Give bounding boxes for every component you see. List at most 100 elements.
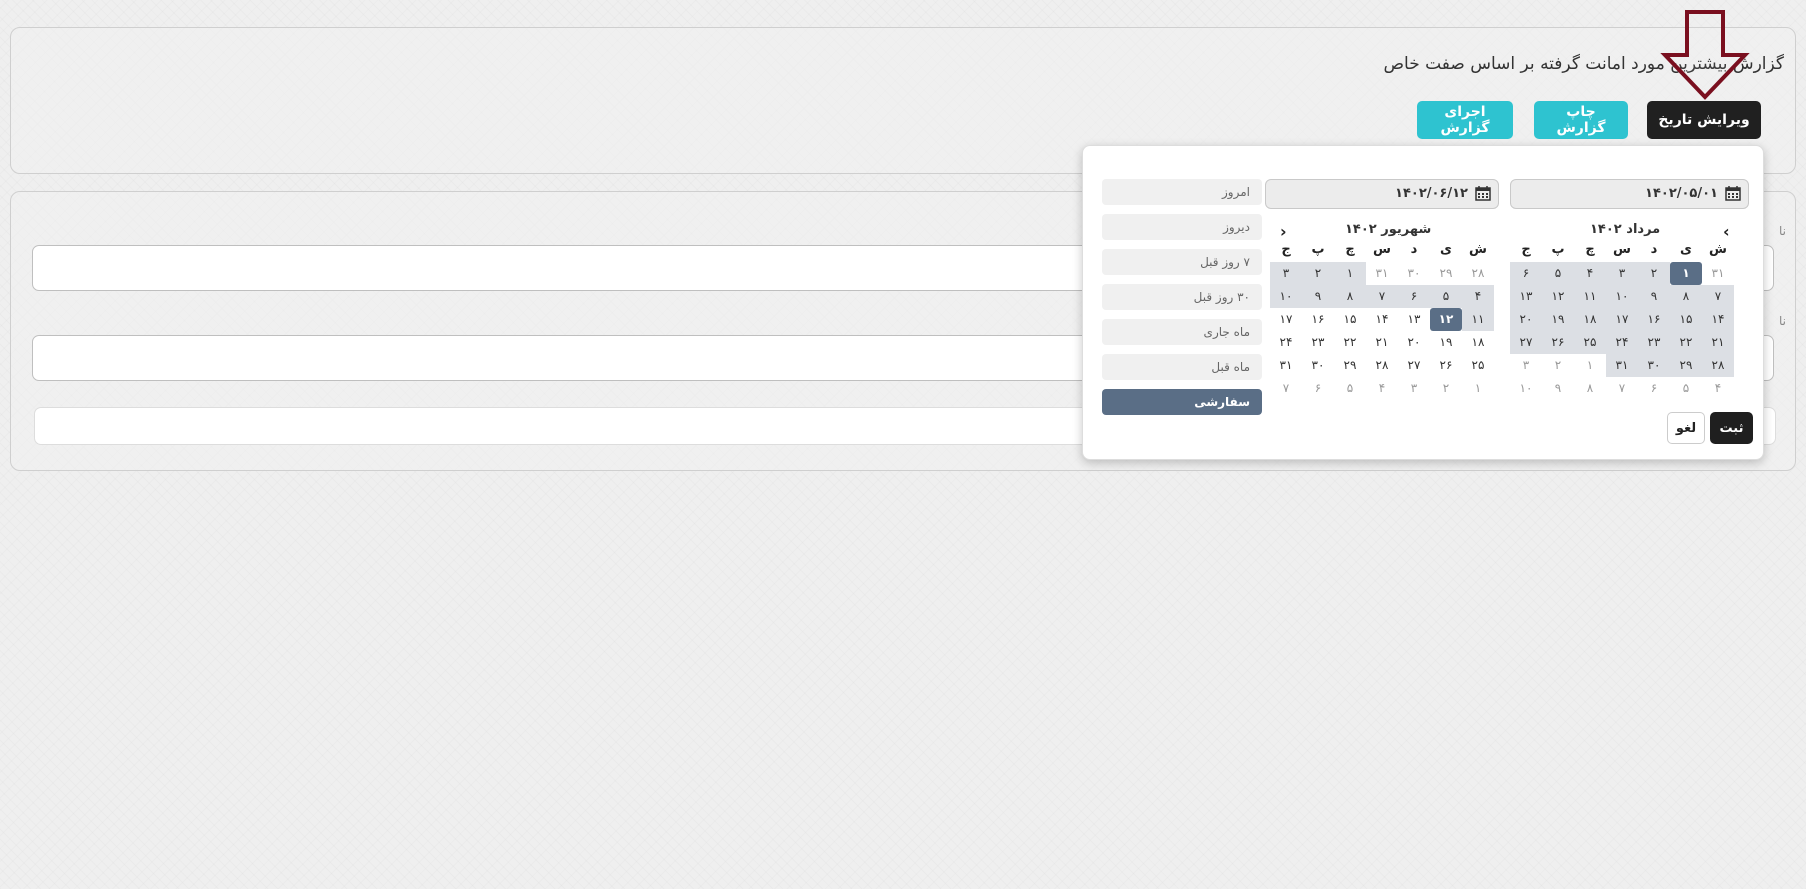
day-cell[interactable]: ۲۸ (1366, 354, 1398, 377)
day-cell[interactable]: ۲۵ (1574, 331, 1606, 354)
day-cell[interactable]: ۱۹ (1430, 331, 1462, 354)
day-cell[interactable]: ۲۷ (1510, 331, 1542, 354)
day-cell[interactable]: ۳ (1510, 354, 1542, 377)
day-cell[interactable]: ۲۹ (1334, 354, 1366, 377)
day-cell[interactable]: ۱۱ (1462, 308, 1494, 331)
day-cell[interactable]: ۲۴ (1270, 331, 1302, 354)
day-cell[interactable]: ۱۳ (1510, 285, 1542, 308)
cancel-button[interactable]: لغو (1667, 412, 1705, 444)
day-cell[interactable]: ۴ (1574, 262, 1606, 285)
preset-range-item[interactable]: ۳۰ روز قبل (1102, 284, 1262, 310)
day-cell[interactable]: ۸ (1334, 285, 1366, 308)
day-cell[interactable]: ۸ (1574, 377, 1606, 400)
day-cell[interactable]: ۲۱ (1366, 331, 1398, 354)
day-cell[interactable]: ۹ (1638, 285, 1670, 308)
day-cell[interactable]: ۱۹ (1542, 308, 1574, 331)
chevron-right-icon[interactable]: › (1280, 222, 1287, 241)
day-cell[interactable]: ۱۰ (1510, 377, 1542, 400)
run-report-button[interactable]: اجرای گزارش (1417, 101, 1513, 139)
day-cell[interactable]: ۴ (1702, 377, 1734, 400)
day-cell[interactable]: ۱۳ (1398, 308, 1430, 331)
day-cell[interactable]: ۵ (1334, 377, 1366, 400)
day-cell[interactable]: ۵ (1542, 262, 1574, 285)
day-cell[interactable]: ۲۳ (1638, 331, 1670, 354)
day-cell[interactable]: ۹ (1542, 377, 1574, 400)
day-cell[interactable]: ۱ (1334, 262, 1366, 285)
day-cell[interactable]: ۲۲ (1334, 331, 1366, 354)
day-cell[interactable]: ۲۰ (1510, 308, 1542, 331)
day-cell[interactable]: ۳۱ (1606, 354, 1638, 377)
day-cell[interactable]: ۲ (1430, 377, 1462, 400)
preset-range-item[interactable]: ۷ روز قبل (1102, 249, 1262, 275)
day-cell[interactable]: ۵ (1670, 377, 1702, 400)
start-date-input[interactable]: ۱۴۰۲/۰۵/۰۱ (1510, 179, 1749, 209)
day-cell[interactable]: ۲۷ (1398, 354, 1430, 377)
day-cell[interactable]: ۱۶ (1638, 308, 1670, 331)
day-cell[interactable]: ۱۱ (1574, 285, 1606, 308)
day-cell[interactable]: ۲۶ (1542, 331, 1574, 354)
day-cell[interactable]: ۷ (1366, 285, 1398, 308)
day-cell[interactable]: ۱۶ (1302, 308, 1334, 331)
day-cell[interactable]: ۱ (1462, 377, 1494, 400)
day-cell[interactable]: ۷ (1606, 377, 1638, 400)
day-cell[interactable]: ۲۱ (1702, 331, 1734, 354)
preset-range-item[interactable]: ماه جاری (1102, 319, 1262, 345)
day-cell[interactable]: ۲۸ (1462, 262, 1494, 285)
day-cell[interactable]: ۴ (1366, 377, 1398, 400)
day-cell[interactable]: ۱۷ (1606, 308, 1638, 331)
day-cell[interactable]: ۲ (1542, 354, 1574, 377)
day-cell[interactable]: ۱۰ (1606, 285, 1638, 308)
day-cell[interactable]: ۱۸ (1574, 308, 1606, 331)
preset-range-item[interactable]: ماه قبل (1102, 354, 1262, 380)
day-cell[interactable]: ۹ (1302, 285, 1334, 308)
day-cell[interactable]: ۲۰ (1398, 331, 1430, 354)
day-cell[interactable]: ۳۰ (1302, 354, 1334, 377)
apply-button[interactable]: ثبت (1710, 412, 1753, 444)
day-cell[interactable]: ۳۱ (1270, 354, 1302, 377)
day-cell[interactable]: ۱ (1574, 354, 1606, 377)
day-cell[interactable]: ۱۴ (1366, 308, 1398, 331)
day-cell[interactable]: ۲۵ (1462, 354, 1494, 377)
day-cell[interactable]: ۱۲ (1430, 308, 1462, 331)
day-cell[interactable]: ۱ (1670, 262, 1702, 285)
edit-date-button[interactable]: ویرایش تاریخ (1647, 101, 1761, 139)
day-cell[interactable]: ۲۳ (1302, 331, 1334, 354)
day-cell[interactable]: ۲۴ (1606, 331, 1638, 354)
day-cell[interactable]: ۳۰ (1398, 262, 1430, 285)
day-cell[interactable]: ۶ (1638, 377, 1670, 400)
day-cell[interactable]: ۳۱ (1702, 262, 1734, 285)
day-cell[interactable]: ۱۲ (1542, 285, 1574, 308)
day-cell[interactable]: ۱۴ (1702, 308, 1734, 331)
day-cell[interactable]: ۵ (1430, 285, 1462, 308)
day-cell[interactable]: ۲۹ (1430, 262, 1462, 285)
preset-range-item[interactable]: دیروز (1102, 214, 1262, 240)
day-cell[interactable]: ۳ (1270, 262, 1302, 285)
day-cell[interactable]: ۲۶ (1430, 354, 1462, 377)
day-cell[interactable]: ۳۱ (1366, 262, 1398, 285)
day-cell[interactable]: ۱۵ (1334, 308, 1366, 331)
day-cell[interactable]: ۲ (1638, 262, 1670, 285)
day-cell[interactable]: ۷ (1270, 377, 1302, 400)
day-cell[interactable]: ۱۰ (1270, 285, 1302, 308)
end-date-input[interactable]: ۱۴۰۲/۰۶/۱۲ (1265, 179, 1499, 209)
day-cell[interactable]: ۳ (1398, 377, 1430, 400)
day-cell[interactable]: ۲۲ (1670, 331, 1702, 354)
preset-range-item[interactable]: سفارشی (1102, 389, 1262, 415)
day-cell[interactable]: ۸ (1670, 285, 1702, 308)
day-cell[interactable]: ۳ (1606, 262, 1638, 285)
day-cell[interactable]: ۱۸ (1462, 331, 1494, 354)
day-cell[interactable]: ۱۷ (1270, 308, 1302, 331)
print-report-button[interactable]: چاپ گزارش (1534, 101, 1628, 139)
chevron-left-icon[interactable]: ‹ (1723, 222, 1730, 241)
preset-range-item[interactable]: امروز (1102, 179, 1262, 205)
day-cell[interactable]: ۱۵ (1670, 308, 1702, 331)
day-cell[interactable]: ۶ (1398, 285, 1430, 308)
day-cell[interactable]: ۲۸ (1702, 354, 1734, 377)
day-cell[interactable]: ۳۰ (1638, 354, 1670, 377)
day-cell[interactable]: ۶ (1302, 377, 1334, 400)
day-cell[interactable]: ۴ (1462, 285, 1494, 308)
day-cell[interactable]: ۶ (1510, 262, 1542, 285)
day-cell[interactable]: ۲۹ (1670, 354, 1702, 377)
day-cell[interactable]: ۲ (1302, 262, 1334, 285)
day-cell[interactable]: ۷ (1702, 285, 1734, 308)
